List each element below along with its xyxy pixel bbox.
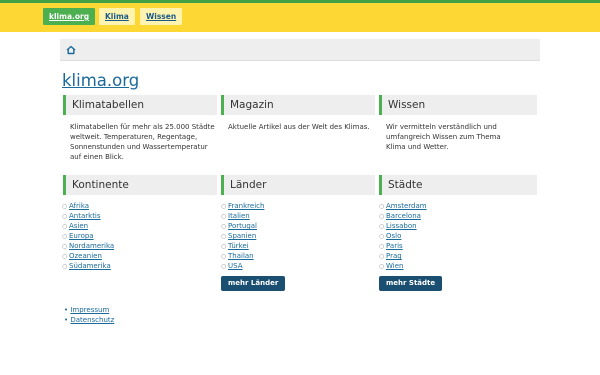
list-item: ○ Südamerika <box>62 261 114 271</box>
footer-links: • Impressum • Datenschutz <box>64 305 114 325</box>
country-link[interactable]: Thailan <box>228 252 254 260</box>
city-link[interactable]: Amsterdam <box>386 202 427 210</box>
country-link[interactable]: Frankreich <box>228 202 264 210</box>
laender-list: ○ Frankreich ○ Italien ○ Portugal ○ Spanien … <box>221 201 264 271</box>
list-item: ○ Spanien <box>221 231 264 241</box>
list-item: ○ Türkei <box>221 241 264 251</box>
city-link[interactable]: Barcelona <box>386 212 421 220</box>
magazin-text: Aktuelle Artikel aus der Welt des Klimas… <box>228 123 370 131</box>
list-item: ○ Oslo <box>379 231 427 241</box>
list-item: ○ Lissabon <box>379 221 427 231</box>
staedte-list: ○ Amsterdam ○ Barcelona ○ Lissabon ○ Oslo ○ P… <box>379 201 427 271</box>
list-item: ○ Ozeanien <box>62 251 114 261</box>
wissen-text: Wir vermitteln verständlich und umfangre… <box>386 123 501 151</box>
page-title[interactable]: klima.org <box>62 71 139 91</box>
continent-link[interactable]: Ozeanien <box>69 252 102 260</box>
list-item: ○ Wien <box>379 261 427 271</box>
brand-link[interactable]: klima.org <box>43 8 96 25</box>
continent-link[interactable]: Europa <box>69 232 94 240</box>
list-item: ○ Thailan <box>221 251 264 261</box>
continent-link[interactable]: Asien <box>69 222 88 230</box>
list-item: ○ Portugal <box>221 221 264 231</box>
list-item: • Datenschutz <box>64 315 114 325</box>
list-item: ○ USA <box>221 261 264 271</box>
breadcrumb <box>60 39 540 61</box>
city-link[interactable]: Wien <box>386 262 403 270</box>
bullet-icon: ○ <box>62 263 68 270</box>
list-item: ○ Nordamerika <box>62 241 114 251</box>
list-item: ○ Frankreich <box>221 201 264 211</box>
list-item: ○ Prag <box>379 251 427 261</box>
list-item: ○ Afrika <box>62 201 114 211</box>
list-item: ○ Europa <box>62 231 114 241</box>
continent-link[interactable]: Antarktis <box>69 212 101 220</box>
kontinente-list: ○ Afrika ○ Antarktis ○ Asien ○ Europa ○ Norda… <box>62 201 114 271</box>
home-icon[interactable] <box>64 43 78 57</box>
list-item: ○ Paris <box>379 241 427 251</box>
list-item: ○ Italien <box>221 211 264 221</box>
wissen-heading: Wissen <box>379 95 537 115</box>
continent-link[interactable]: Nordamerika <box>69 242 114 250</box>
city-link[interactable]: Lissabon <box>386 222 417 230</box>
list-item: ○ Barcelona <box>379 211 427 221</box>
impressum-link[interactable]: Impressum <box>70 306 109 314</box>
continent-link[interactable]: Südamerika <box>69 262 111 270</box>
list-item: ○ Amsterdam <box>379 201 427 211</box>
more-cities-button[interactable]: mehr Städte <box>379 276 443 291</box>
laender-heading: Länder <box>221 175 375 195</box>
city-link[interactable]: Oslo <box>386 232 401 240</box>
top-navigation-bar: klima.org Klima Wissen <box>0 0 600 32</box>
datenschutz-link[interactable]: Datenschutz <box>70 316 114 324</box>
list-item: ○ Asien <box>62 221 114 231</box>
kontinente-heading: Kontinente <box>63 175 217 195</box>
country-link[interactable]: USA <box>228 262 243 270</box>
country-link[interactable]: Italien <box>228 212 250 220</box>
city-link[interactable]: Prag <box>386 252 402 260</box>
list-item: ○ Antarktis <box>62 211 114 221</box>
country-link[interactable]: Spanien <box>228 232 256 240</box>
nav-link-wissen[interactable]: Wissen <box>140 8 183 25</box>
bullet-icon: ○ <box>379 263 385 270</box>
continent-link[interactable]: Afrika <box>69 202 89 210</box>
country-link[interactable]: Portugal <box>228 222 257 230</box>
city-link[interactable]: Paris <box>386 242 403 250</box>
staedte-heading: Städte <box>379 175 537 195</box>
magazin-heading: Magazin <box>221 95 375 115</box>
list-item: • Impressum <box>64 305 114 315</box>
klimatabellen-text: Klimatabellen für mehr als 25.000 Städte… <box>70 123 215 161</box>
bullet-icon: ○ <box>221 263 227 270</box>
klimatabellen-heading: Klimatabellen <box>63 95 217 115</box>
more-countries-button[interactable]: mehr Länder <box>221 276 286 291</box>
country-link[interactable]: Türkei <box>228 242 249 250</box>
nav-link-klima[interactable]: Klima <box>99 8 135 25</box>
